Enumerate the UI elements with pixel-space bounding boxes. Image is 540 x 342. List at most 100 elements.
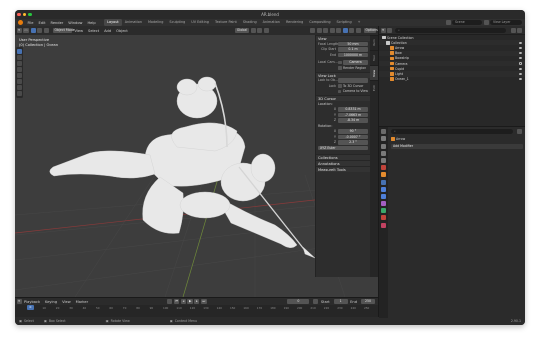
cursor-location-x[interactable]: 0.8331 m: [338, 107, 368, 112]
tab-shading[interactable]: Shading: [240, 19, 260, 26]
cursor-tool-icon[interactable]: [17, 55, 22, 60]
visibility-eye-icon[interactable]: [519, 41, 522, 44]
jump-start-icon[interactable]: ⏮: [173, 299, 180, 304]
visibility-eye-icon[interactable]: [519, 57, 522, 60]
outliner-editor-type-button[interactable]: ▾: [380, 27, 386, 33]
filter-icon[interactable]: [510, 27, 516, 33]
menu-playback[interactable]: Playback: [22, 300, 43, 304]
physics-tab-icon[interactable]: [381, 193, 386, 199]
tab-sculpting[interactable]: Sculpting: [166, 19, 188, 26]
render-region-checkbox[interactable]: [338, 66, 342, 70]
mode-invert-icon[interactable]: [43, 28, 49, 33]
end-frame-field[interactable]: 250: [361, 299, 375, 304]
options-dropdown[interactable]: Options: [364, 28, 378, 33]
menu-keying[interactable]: Keying: [43, 300, 60, 304]
tab-compositing[interactable]: Compositing: [306, 19, 333, 26]
local-camera-checkbox[interactable]: [338, 60, 342, 64]
modifier-tab-icon[interactable]: [381, 179, 386, 185]
visibility-eye-icon[interactable]: [519, 62, 522, 65]
tab-animation-2[interactable]: Animation: [260, 19, 283, 26]
editor-type-button[interactable]: ▾: [16, 28, 22, 33]
scene-selector[interactable]: Scene: [452, 20, 482, 25]
menu-edit[interactable]: Edit: [36, 21, 48, 25]
orientation-dropdown[interactable]: Global: [235, 28, 249, 33]
menu-window[interactable]: Window: [66, 21, 85, 25]
xray-icon[interactable]: [329, 28, 335, 33]
tool-tab-icon[interactable]: [381, 129, 386, 135]
measure-tool-icon[interactable]: [17, 91, 22, 96]
visibility-icon[interactable]: [310, 28, 315, 33]
move-tool-icon[interactable]: [17, 61, 22, 66]
render-tab-icon[interactable]: [381, 136, 386, 142]
tab-animation[interactable]: Animation: [122, 19, 145, 26]
select-tool-icon[interactable]: [17, 49, 22, 54]
menu-help[interactable]: Help: [85, 21, 98, 25]
menu-render[interactable]: Render: [48, 21, 66, 25]
world-tab-icon[interactable]: [381, 165, 386, 171]
outliner-search-input[interactable]: ⌕: [395, 27, 506, 33]
mode-subtract-icon[interactable]: [37, 28, 43, 33]
start-frame-field[interactable]: 1: [333, 299, 348, 304]
object-tab-icon[interactable]: [381, 172, 386, 178]
rotate-tool-icon[interactable]: [17, 67, 22, 72]
select-box-icon[interactable]: ▭: [23, 28, 30, 33]
object-mode-dropdown[interactable]: Object Mode: [53, 28, 75, 33]
particles-tab-icon[interactable]: [381, 186, 386, 192]
clip-end-field[interactable]: 1000000 m: [338, 52, 368, 57]
menu-add[interactable]: Add: [102, 29, 114, 33]
cursor-rotation-z[interactable]: 2.3 °: [338, 140, 368, 145]
cursor-location-z[interactable]: -8.34 m: [338, 118, 368, 123]
material-tab-icon[interactable]: [381, 215, 386, 221]
next-key-icon[interactable]: ▸: [194, 299, 200, 304]
current-frame-field[interactable]: 0: [287, 299, 310, 304]
visibility-eye-icon[interactable]: [519, 52, 522, 55]
blender-logo-icon[interactable]: [18, 20, 23, 25]
cursor-location-y[interactable]: -7.0663 m: [338, 112, 368, 117]
menu-object[interactable]: Object: [114, 29, 131, 33]
shading-material-icon[interactable]: [349, 28, 354, 33]
visibility-eye-icon[interactable]: [519, 78, 522, 81]
outliner-item[interactable]: Ocean_1: [379, 77, 525, 82]
menu-timeline-view[interactable]: View: [60, 300, 74, 304]
annotate-tool-icon[interactable]: [17, 85, 22, 90]
shading-solid-icon[interactable]: [342, 28, 348, 33]
gizmo-icon[interactable]: [316, 28, 322, 33]
constraints-tab-icon[interactable]: [381, 201, 386, 207]
display-mode-icon[interactable]: [387, 27, 392, 33]
texture-tab-icon[interactable]: [381, 222, 386, 228]
shading-rendered-icon[interactable]: [355, 28, 361, 33]
lock-to-object-field[interactable]: [338, 78, 368, 83]
prev-key-icon[interactable]: ◂: [180, 299, 186, 304]
cursor-rotation-y[interactable]: -0.0007 °: [338, 134, 368, 139]
timeline-ruler[interactable]: 0 10 20 30 40 50 60 70 80 90 100 110 120 130 140 150 160…: [15, 305, 378, 311]
focal-length-field[interactable]: 50 mm: [338, 41, 368, 46]
sidebar-tab-edit[interactable]: Edit: [370, 80, 378, 95]
menu-view[interactable]: View: [72, 29, 86, 33]
tab-modeling[interactable]: Modeling: [145, 19, 166, 26]
output-tab-icon[interactable]: [381, 143, 386, 149]
snap-icon[interactable]: [257, 28, 262, 33]
tab-texture-paint[interactable]: Texture Paint: [212, 19, 240, 26]
local-camera-field[interactable]: Camera: [343, 60, 368, 65]
jump-end-icon[interactable]: ⏭: [200, 299, 207, 304]
new-collection-icon[interactable]: [517, 27, 522, 33]
tab-uv-editing[interactable]: UV Editing: [188, 19, 212, 26]
tab-layout[interactable]: Layout: [104, 19, 122, 26]
clip-start-field[interactable]: 0.1 m: [338, 47, 368, 52]
visibility-eye-icon[interactable]: [519, 46, 522, 50]
menu-marker[interactable]: Marker: [73, 300, 90, 304]
pivot-icon[interactable]: [250, 28, 256, 33]
visibility-eye-icon[interactable]: [519, 67, 522, 70]
play-icon[interactable]: ▶: [187, 299, 193, 304]
mode-extend-icon[interactable]: [30, 28, 36, 33]
measureit-header[interactable]: MeasureIt Tools: [316, 165, 370, 172]
properties-search-input[interactable]: ⌕: [391, 129, 513, 134]
tab-rendering[interactable]: Rendering: [283, 19, 306, 26]
playhead[interactable]: 0: [27, 305, 34, 310]
pin-icon[interactable]: [517, 129, 522, 134]
sidebar-tab-item[interactable]: Item: [370, 35, 378, 50]
proportional-edit-icon[interactable]: [263, 28, 269, 33]
transform-tool-icon[interactable]: [17, 79, 22, 84]
auto-key-icon[interactable]: [167, 299, 173, 304]
lock-3d-cursor-checkbox[interactable]: [338, 84, 342, 88]
